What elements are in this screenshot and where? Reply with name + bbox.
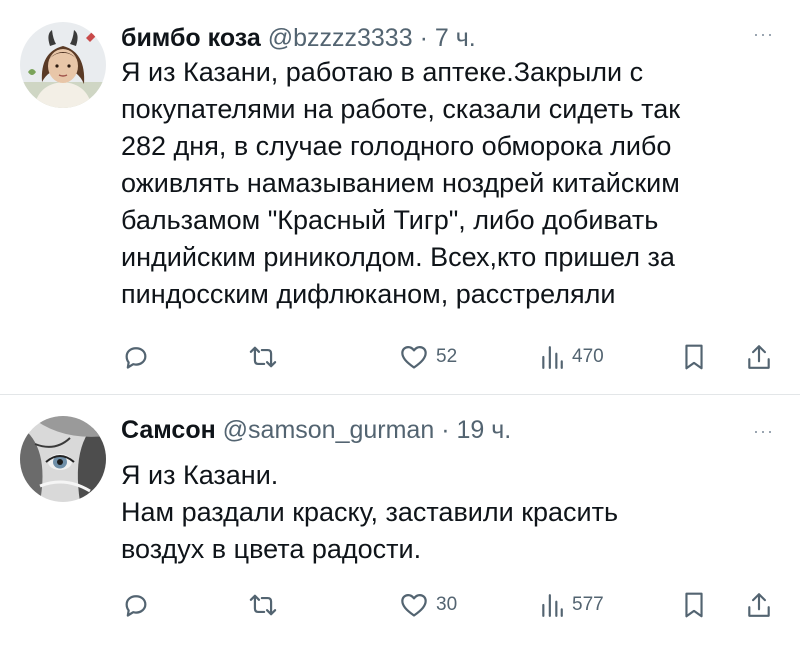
like-count: 30 [436,594,458,615]
separator: · [441,416,450,444]
timestamp[interactable]: 7 ч. [435,24,476,52]
bookmark-button[interactable] [683,585,705,625]
share-icon [748,345,770,369]
tweet-text-line: воздух в цвета радости. [121,534,422,564]
bookmark-icon [685,592,703,618]
tweet-text-line: покупателями на работе, сказали сидеть т… [121,94,681,124]
reply-button[interactable] [122,585,150,625]
author-name[interactable]: Самсон [121,416,216,444]
reply-icon [125,595,147,617]
retweet-icon [249,346,277,368]
avatar[interactable] [20,416,106,502]
views-icon [542,346,563,369]
tweet-text-line: Я из Казани. [121,460,279,490]
tweet-text-line: оживлять намазыванием ноздрей китайским [121,168,680,198]
tweet-text-line: Нам раздали краску, заставили красить [121,497,619,527]
heart-icon [401,345,427,369]
avatar[interactable] [20,22,106,108]
action-bar: 52 470 [0,337,800,377]
tweet-text-line: бальзамом "Красный Тигр", либо добивать [121,205,659,235]
heart-icon [401,593,427,617]
retweet-button[interactable] [248,585,278,625]
reply-icon [125,347,147,369]
views-count: 577 [572,594,604,615]
timestamp[interactable]: 19 ч. [456,416,511,444]
author-name[interactable]: бимбо коза [121,24,261,52]
like-count: 52 [436,346,458,367]
views-count: 470 [572,346,604,367]
views-button[interactable]: 470 [540,337,604,377]
views-button[interactable]: 577 [540,585,604,625]
retweet-button[interactable] [248,337,278,377]
tweet-text-line: 282 дня, в случае голодного обморока либ… [121,131,672,161]
tweet-text-line: индийским риниколдом. Всех,кто пришел за [121,242,675,272]
share-button[interactable] [746,337,772,377]
tweet[interactable]: бимбо коза @bzzzz3333 · 7 ч. ··· Я из Ка… [0,0,800,395]
more-options-icon[interactable]: ··· [753,421,774,442]
tweet-text: Я из Казани. Нам раздали краску, застави… [121,457,781,568]
retweet-icon [249,594,277,616]
tweet[interactable]: Самсон @samson_gurman · 19 ч. ··· Я из К… [0,395,800,647]
author-handle[interactable]: @bzzzz3333 [268,24,413,52]
tweet-text: Я из Казани, работаю в аптеке.Закрыли с … [121,54,781,313]
share-icon [748,593,770,617]
tweet-text-line: Я из Казани, работаю в аптеке.Закрыли с [121,57,644,87]
author-handle[interactable]: @samson_gurman [223,416,435,444]
like-button[interactable]: 52 [400,337,457,377]
tweet-header: бимбо коза @bzzzz3333 · 7 ч. [121,23,476,53]
more-options-icon[interactable]: ··· [753,24,774,45]
reply-button[interactable] [122,337,150,377]
bookmark-icon [685,344,703,370]
like-button[interactable]: 30 [400,585,457,625]
views-icon [542,594,563,617]
separator: · [419,24,428,52]
tweet-text-line: пиндосским дифлюканом, расстреляли [121,279,616,309]
tweet-header: Самсон @samson_gurman · 19 ч. [121,415,511,445]
share-button[interactable] [746,585,772,625]
bookmark-button[interactable] [683,337,705,377]
action-bar: 30 577 [0,585,800,625]
